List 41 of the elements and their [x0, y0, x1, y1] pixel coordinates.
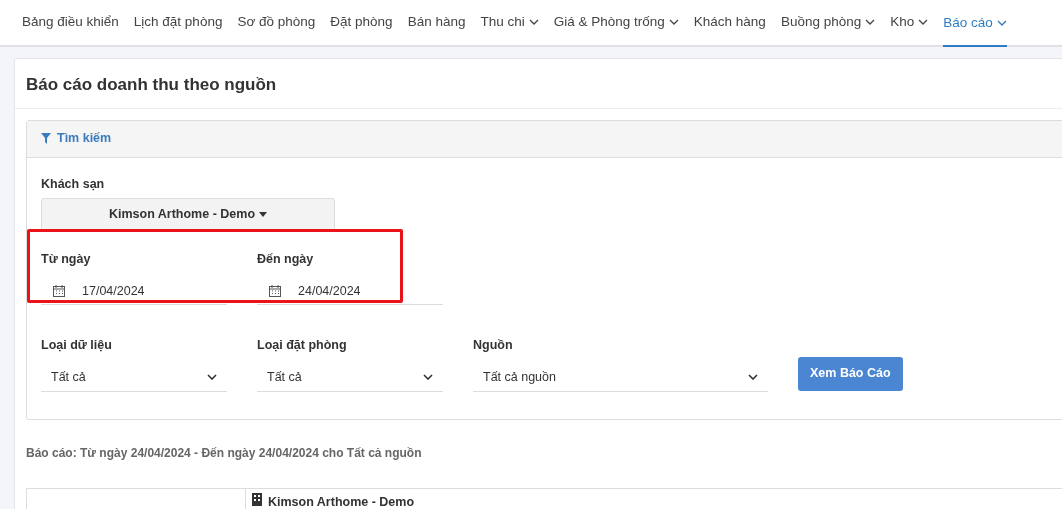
- select-field[interactable]: Tất cả nguồn: [473, 363, 768, 392]
- chevron-down-icon: [528, 19, 539, 25]
- hotel-dropdown[interactable]: Kimson Arthome - Demo: [41, 198, 335, 232]
- page-title: Báo cáo doanh thu theo nguồn: [15, 59, 1062, 109]
- nav-tab[interactable]: Kho: [890, 9, 929, 45]
- field-label: Loại dữ liệu: [41, 337, 113, 354]
- field-label: Nguồn: [473, 337, 514, 354]
- field-label: Đến ngày: [257, 251, 315, 269]
- report-summary: Báo cáo: Từ ngày 24/04/2024 - Đến ngày 24/04/2024 cho Tất cả nguồn: [26, 444, 423, 462]
- panel-title: Tìm kiếm: [57, 130, 112, 148]
- nav-tab[interactable]: Thu chi: [480, 9, 539, 45]
- view-report-button[interactable]: Xem Báo Cáo: [798, 356, 903, 391]
- nav-tab[interactable]: Sơ đồ phòng: [237, 9, 316, 45]
- date-field[interactable]: 24/04/2024: [257, 278, 443, 305]
- nav-tab[interactable]: Đặt phòng: [330, 9, 393, 45]
- nav-tab[interactable]: Bán hàng: [407, 9, 466, 45]
- select-field[interactable]: Tất cả: [257, 363, 443, 392]
- chevron-down-icon: [423, 374, 433, 381]
- nav-tab[interactable]: Giá & Phòng trống: [553, 9, 679, 45]
- nav-tab[interactable]: Báo cáo: [943, 11, 1007, 47]
- date-field[interactable]: 17/04/2024: [41, 278, 227, 305]
- nav-tab[interactable]: Khách hàng: [693, 9, 766, 45]
- chevron-down-icon: [748, 374, 758, 381]
- nav-tab[interactable]: Bảng điều khiển: [22, 9, 119, 45]
- filter-icon: [41, 133, 51, 144]
- select-field[interactable]: Tất cả: [41, 363, 227, 392]
- nav-tab[interactable]: Lịch đặt phòng: [133, 9, 223, 45]
- chevron-down-icon: [207, 374, 217, 381]
- field-label: Loại đặt phòng: [257, 337, 348, 354]
- field-label: Khách sạn: [41, 175, 106, 193]
- caret-icon: [259, 212, 268, 218]
- chevron-down-icon: [668, 19, 679, 25]
- chevron-down-icon: [865, 19, 876, 25]
- calendar-icon: [53, 285, 65, 297]
- building-icon: [252, 492, 262, 506]
- chevron-down-icon: [918, 19, 929, 25]
- chevron-down-icon: [996, 20, 1007, 26]
- field-label: Từ ngày: [41, 251, 92, 269]
- nav-tab[interactable]: Buồng phòng: [780, 9, 876, 45]
- calendar-icon: [269, 285, 281, 297]
- hotel-name: Kimson Arthome - Demo: [268, 493, 415, 509]
